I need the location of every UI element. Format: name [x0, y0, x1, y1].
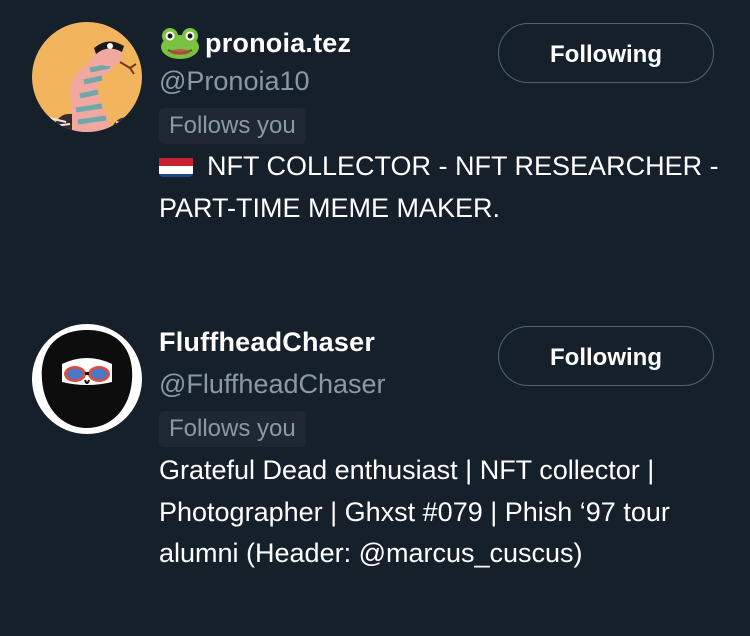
frog-icon	[159, 26, 201, 60]
display-name: pronoia.tez	[205, 27, 352, 58]
following-button[interactable]: Following	[498, 326, 714, 386]
bio-text: NFT COLLECTOR - NFT RESEARCHER - PART-TI…	[159, 151, 719, 223]
user-cell-fluffheadchaser[interactable]: FluffheadChaser @FluffheadChaser Follows…	[0, 300, 750, 636]
follows-you-badge: Follows you	[159, 108, 306, 144]
netherlands-flag-icon	[159, 153, 193, 177]
user-bio: Grateful Dead enthusiast | NFT collector…	[159, 455, 670, 568]
user-handle: @FluffheadChaser	[159, 369, 386, 399]
user-handle: @Pronoia10	[159, 66, 310, 96]
display-name-row[interactable]: pronoia.tez	[159, 26, 351, 60]
user-bio: NFT COLLECTOR - NFT RESEARCHER - PART-TI…	[159, 146, 719, 229]
display-name: FluffheadChaser	[159, 327, 376, 357]
following-button[interactable]: Following	[498, 23, 714, 83]
display-name-row[interactable]: FluffheadChaser	[159, 327, 375, 358]
user-cell-pronoia[interactable]: pronoia.tez @Pronoia10 Follows you NFT C…	[0, 0, 750, 300]
follows-you-badge: Follows you	[159, 411, 306, 447]
snake-avatar-icon[interactable]	[32, 22, 142, 132]
bearded-face-avatar-icon[interactable]	[32, 324, 142, 434]
